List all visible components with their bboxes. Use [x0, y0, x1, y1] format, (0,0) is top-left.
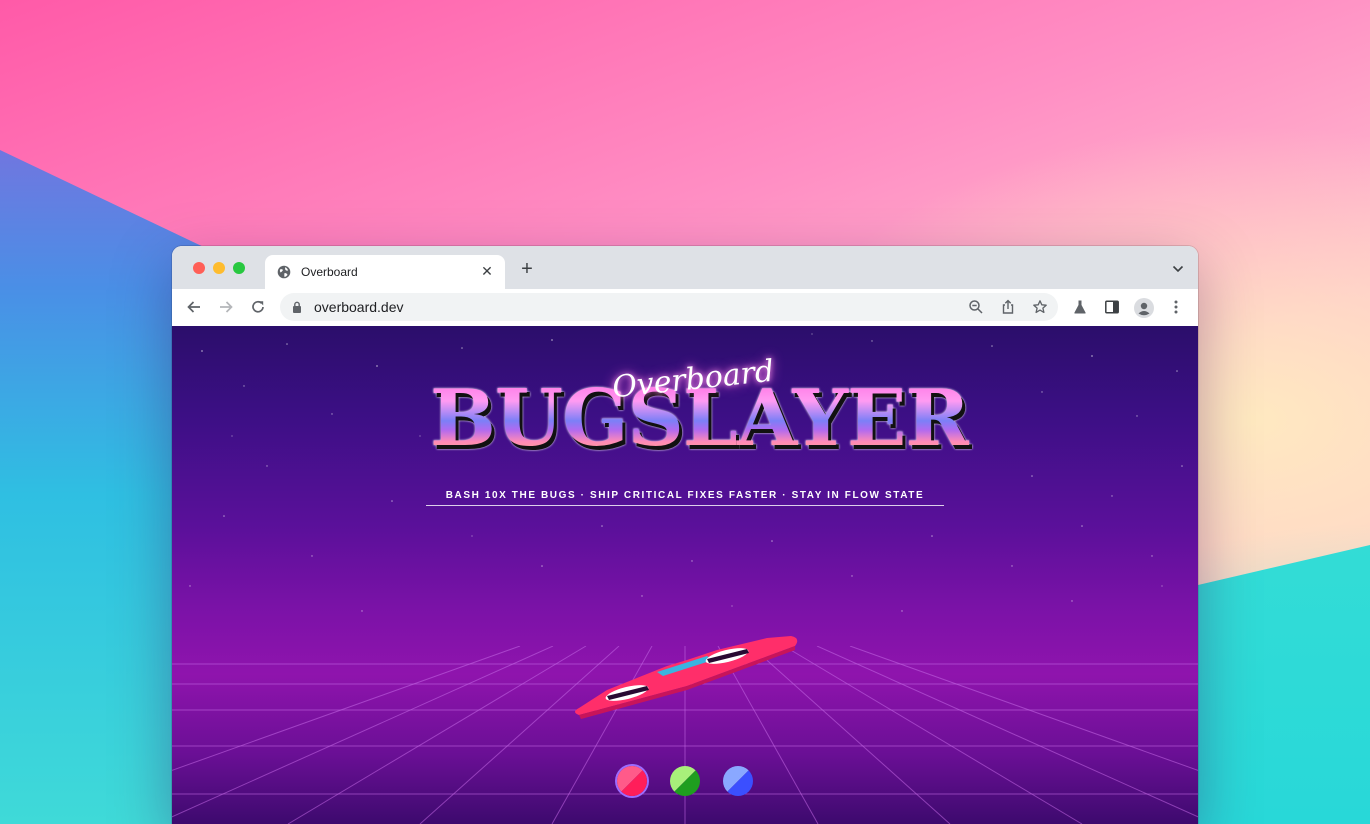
hoverboard-illustration[interactable]: [567, 616, 807, 726]
tagline: BASH 10X THE BUGS · SHIP CRITICAL FIXES …: [426, 490, 944, 506]
zoom-window-button[interactable]: [233, 262, 245, 274]
swatch-green-icon: [670, 766, 700, 796]
swatch-green-button[interactable]: [670, 766, 700, 796]
new-tab-button[interactable]: +: [518, 259, 536, 279]
swatch-blue-button[interactable]: [723, 766, 753, 796]
swatch-pink-icon: [617, 766, 647, 796]
browser-toolbar: overboard.dev: [172, 289, 1198, 327]
url-text: overboard.dev: [314, 299, 404, 315]
side-panel-icon[interactable]: [1104, 299, 1120, 315]
bookmark-star-icon[interactable]: [1032, 299, 1048, 315]
tab-title: Overboard: [301, 265, 358, 279]
forward-arrow-icon[interactable]: [217, 298, 235, 316]
swatch-pink-button[interactable]: [617, 766, 647, 796]
chevron-down-icon[interactable]: [1172, 264, 1184, 274]
page-content: BUGSLAYER Overboard BASH 10X THE BUGS · …: [172, 326, 1198, 824]
address-bar[interactable]: overboard.dev: [280, 293, 1058, 321]
globe-icon: [277, 265, 291, 279]
profile-avatar-icon[interactable]: [1134, 298, 1154, 318]
browser-window: Overboard ✕ + overboard.dev BUGSLAYER Ov…: [172, 246, 1198, 824]
labs-flask-icon[interactable]: [1072, 299, 1088, 315]
minimize-window-button[interactable]: [213, 262, 225, 274]
reload-icon[interactable]: [249, 298, 267, 316]
zoom-out-icon[interactable]: [968, 299, 984, 315]
lock-icon[interactable]: [292, 301, 302, 313]
back-arrow-icon[interactable]: [185, 298, 203, 316]
share-icon[interactable]: [1000, 299, 1016, 315]
swatch-blue-icon: [723, 766, 753, 796]
more-menu-icon[interactable]: [1168, 299, 1184, 315]
tab-overboard[interactable]: Overboard ✕: [265, 255, 505, 289]
close-window-button[interactable]: [193, 262, 205, 274]
close-tab-icon[interactable]: ✕: [479, 263, 495, 279]
title-bar: Overboard ✕ +: [172, 246, 1198, 289]
